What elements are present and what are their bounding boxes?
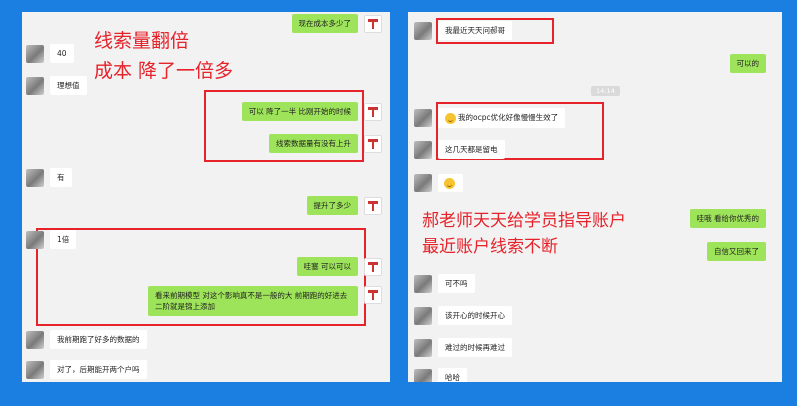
avatar-self (364, 14, 382, 33)
avatar-contact (26, 44, 44, 63)
avatar-contact (26, 76, 44, 95)
message-incoming: 1倍 (26, 230, 77, 249)
message-outgoing: 哇哦 看给你优秀的 (689, 209, 772, 228)
message-incoming: 可不吗 (414, 274, 475, 293)
timestamp-label: 14:14 (591, 86, 620, 96)
overlay-caption-line1: 郝老师天天给学员指导账户 (422, 211, 626, 231)
message-bubble: 1倍 (50, 230, 77, 249)
message-bubble: 可不吗 (438, 274, 475, 293)
message-outgoing: 提升了多少 (306, 196, 382, 215)
message-incoming: 难过的时候再难过 (414, 338, 512, 357)
message-bubble: 我前期跑了好多的数据的 (50, 330, 147, 349)
message-outgoing: 看来前期模型 对这个影响真不是一般的大 前期跑的好进去二阶就是锦上添加 (148, 286, 382, 316)
message-incoming: 我的ocpc优化好像慢慢生效了 (414, 108, 566, 128)
message-bubble: 这几天都是留电 (438, 140, 505, 159)
message-bubble: 难过的时候再难过 (438, 338, 512, 357)
message-outgoing: 可以 降了一半 比刚开始的时候 (241, 102, 382, 121)
message-incoming: 该开心的时候开心 (414, 306, 512, 325)
avatar-self (364, 257, 382, 276)
message-incoming: 我最近天天问郝哥 (414, 21, 512, 40)
avatar-contact (414, 368, 432, 382)
overlay-caption-line2: 最近账户线索不断 (422, 237, 558, 257)
avatar-contact (26, 330, 44, 349)
message-incoming (414, 174, 463, 192)
message-bubble: 我的ocpc优化好像慢慢生效了 (438, 108, 566, 128)
message-bubble: 有 (50, 168, 72, 187)
avatar-contact (26, 230, 44, 249)
avatar-contact (414, 174, 432, 192)
avatar-contact (414, 274, 432, 293)
message-outgoing: 哇塞 可以可以 (296, 257, 382, 276)
message-bubble: 可以的 (729, 54, 766, 73)
avatar-self (364, 102, 382, 121)
overlay-caption-line1: 线索量翻倍 (94, 30, 190, 52)
avatar-contact (414, 338, 432, 357)
message-bubble: 哈哈 (438, 368, 467, 382)
message-incoming: 哈哈 (414, 368, 467, 382)
avatar-self (364, 134, 382, 153)
message-text: 我的ocpc优化好像慢慢生效了 (458, 113, 559, 122)
message-bubble: 40 (50, 44, 74, 63)
avatar-contact (26, 360, 44, 379)
chat-screenshot-left: 线索量翻倍 成本 降了一倍多 现在成本多少了 40 理想值 可以 降了一半 比刚… (22, 12, 390, 382)
avatar-self (364, 286, 382, 304)
message-incoming: 40 (26, 44, 74, 63)
message-incoming: 我前期跑了好多的数据的 (26, 330, 147, 349)
message-incoming: 理想值 (26, 76, 87, 95)
message-bubble: 理想值 (50, 76, 87, 95)
message-bubble: 我最近天天问郝哥 (438, 21, 512, 40)
message-bubble: 哇塞 可以可以 (296, 257, 358, 276)
message-bubble: 看来前期模型 对这个影响真不是一般的大 前期跑的好进去二阶就是锦上添加 (148, 286, 358, 316)
smile-emoji-icon (445, 112, 456, 124)
message-outgoing: 可以的 (729, 54, 773, 73)
smile-emoji-icon (444, 177, 455, 189)
message-bubble: 可以 降了一半 比刚开始的时候 (241, 102, 358, 121)
avatar-self (364, 196, 382, 215)
avatar-contact (414, 140, 432, 159)
chat-screenshot-right: 我最近天天问郝哥 可以的 14:14 我的ocpc优化好像慢慢生效了 这几天都是… (408, 12, 782, 382)
message-bubble: 该开心的时候开心 (438, 306, 512, 325)
message-bubble: 哇哦 看给你优秀的 (689, 209, 766, 228)
message-bubble: 现在成本多少了 (291, 14, 358, 33)
message-bubble: 线索数据量有没有上升 (269, 134, 358, 153)
message-bubble: 提升了多少 (306, 196, 358, 215)
avatar-contact (26, 168, 44, 187)
message-outgoing: 线索数据量有没有上升 (269, 134, 382, 153)
message-outgoing: 现在成本多少了 (291, 14, 382, 33)
avatar-contact (414, 21, 432, 40)
message-bubble: 对了，后期能开两个户吗 (50, 360, 147, 379)
message-incoming: 有 (26, 168, 72, 187)
avatar-contact (414, 108, 432, 127)
overlay-caption-line2: 成本 降了一倍多 (94, 60, 234, 82)
message-outgoing: 自信又回来了 (707, 242, 772, 261)
message-bubble (438, 174, 463, 192)
message-bubble: 自信又回来了 (707, 242, 766, 261)
message-incoming: 这几天都是留电 (414, 140, 505, 159)
avatar-contact (414, 306, 432, 325)
message-incoming: 对了，后期能开两个户吗 (26, 360, 147, 379)
